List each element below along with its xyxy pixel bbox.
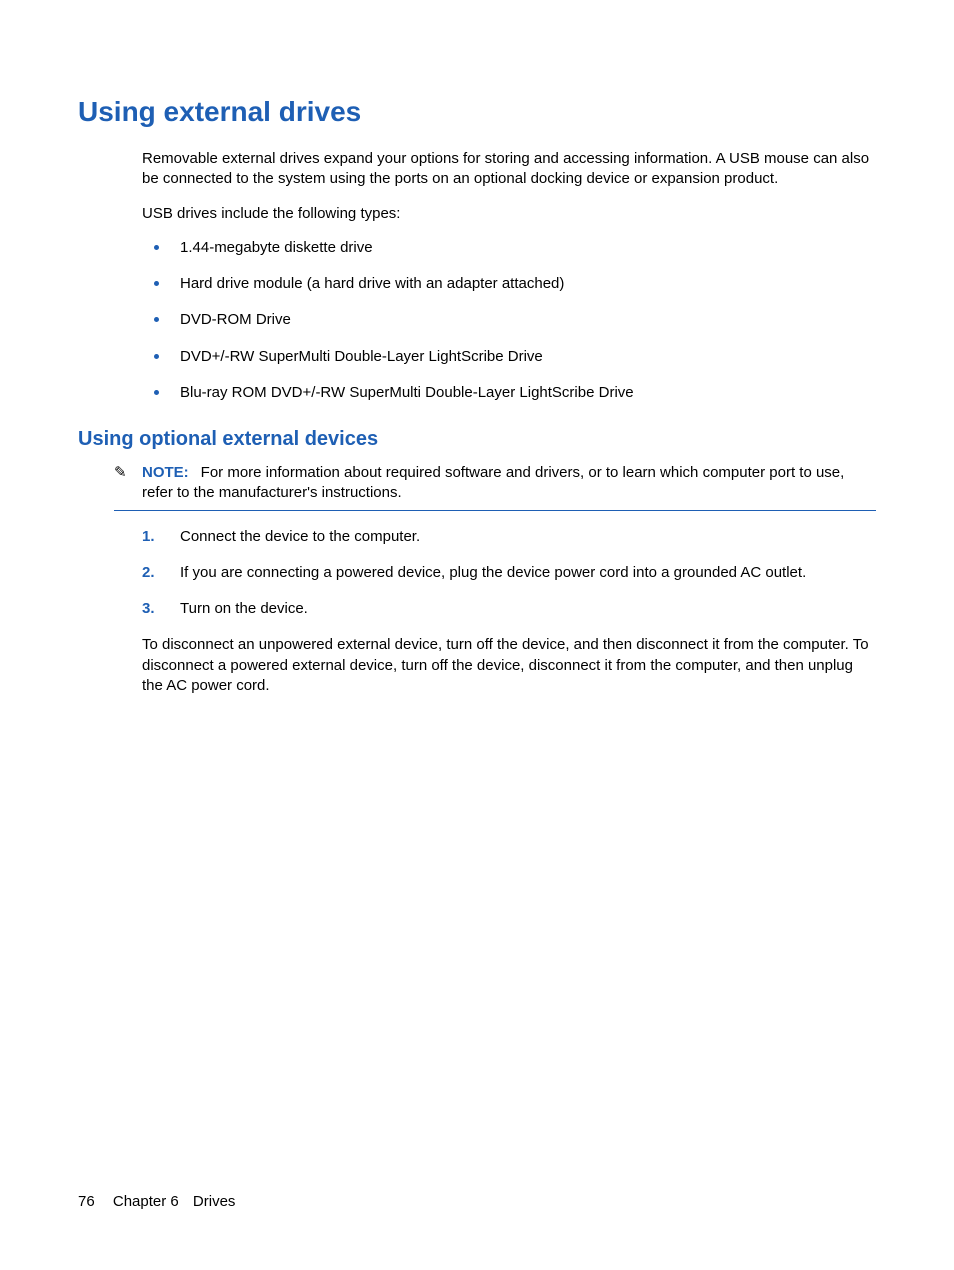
note-text: NOTE:For more information about required… [142,463,876,504]
step-text: Connect the device to the computer. [180,528,420,545]
page-footer: 76 Chapter 6 Drives [78,1191,235,1212]
drive-types-list: 1.44-megabyte diskette drive Hard drive … [142,238,876,403]
heading-using-optional-external-devices: Using optional external devices [78,425,876,453]
heading-using-external-drives: Using external drives [78,92,876,131]
bullet-icon [154,317,159,322]
intro-paragraph: Removable external drives expand your op… [142,149,876,190]
list-item: 1.44-megabyte diskette drive [142,238,876,258]
list-item-text: Blu-ray ROM DVD+/-RW SuperMulti Double-L… [180,384,634,401]
list-item: Hard drive module (a hard drive with an … [142,274,876,294]
list-item: DVD+/-RW SuperMulti Double-Layer LightSc… [142,347,876,367]
step-text: Turn on the device. [180,600,308,617]
steps-list: Connect the device to the computer. If y… [142,527,876,620]
chapter-title: Drives [193,1193,236,1210]
bullet-icon [154,245,159,250]
note-icon: ✎ [114,463,142,482]
note-label: NOTE: [142,464,189,481]
bullet-icon [154,390,159,395]
list-item: Blu-ray ROM DVD+/-RW SuperMulti Double-L… [142,383,876,403]
note-block: ✎ NOTE:For more information about requir… [114,463,876,511]
step-item: If you are connecting a powered device, … [142,563,876,583]
chapter-label: Chapter 6 [113,1193,179,1210]
note-body: For more information about required soft… [142,464,844,501]
page-number: 76 [78,1193,95,1210]
disconnect-paragraph: To disconnect an unpowered external devi… [142,635,876,696]
step-item: Connect the device to the computer. [142,527,876,547]
step-text: If you are connecting a powered device, … [180,564,806,581]
list-item-text: Hard drive module (a hard drive with an … [180,275,564,292]
types-paragraph: USB drives include the following types: [142,204,876,224]
list-item-text: 1.44-megabyte diskette drive [180,239,373,256]
bullet-icon [154,354,159,359]
list-item: DVD-ROM Drive [142,310,876,330]
list-item-text: DVD+/-RW SuperMulti Double-Layer LightSc… [180,348,543,365]
step-item: Turn on the device. [142,599,876,619]
bullet-icon [154,281,159,286]
list-item-text: DVD-ROM Drive [180,311,291,328]
